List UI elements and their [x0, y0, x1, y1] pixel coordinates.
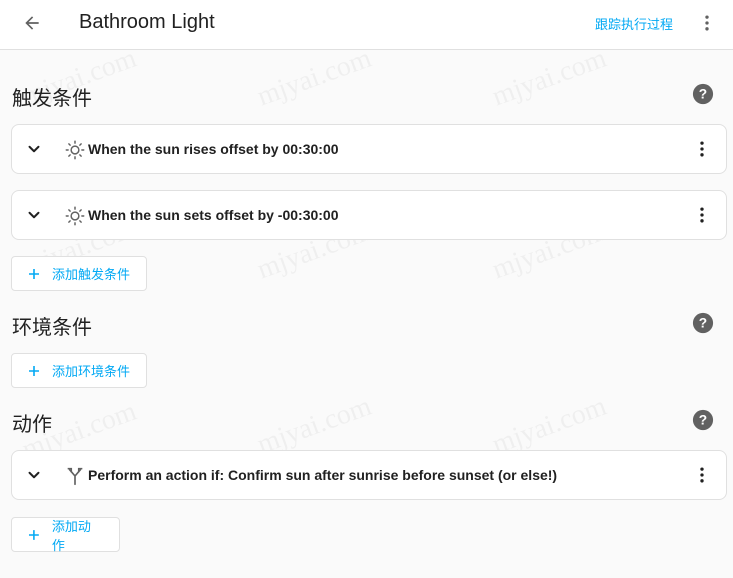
- chevron-down-icon[interactable]: [25, 206, 43, 224]
- watermark: mjyai.com: [253, 43, 376, 114]
- back-button[interactable]: [17, 8, 47, 38]
- trigger-description: When the sun rises offset by 00:30:00: [88, 141, 339, 157]
- add-condition-label: 添加环境条件: [52, 364, 131, 379]
- arrow-left-icon: [25, 16, 39, 30]
- watermark: mjyai.com: [488, 43, 611, 114]
- action-card[interactable]: Perform an action if: Confirm sun after …: [11, 450, 727, 500]
- trigger-menu-button[interactable]: [692, 202, 712, 228]
- add-action-button[interactable]: 添加动作: [11, 517, 120, 553]
- add-trigger-button[interactable]: 添加触发条件: [11, 256, 147, 291]
- chevron-down-icon[interactable]: [25, 140, 43, 158]
- more-vertical-icon: [705, 15, 709, 31]
- overflow-menu-button[interactable]: [695, 9, 719, 37]
- help-icon[interactable]: ?: [692, 409, 714, 431]
- trigger-description: When the sun sets offset by -00:30:00: [88, 207, 339, 223]
- add-trigger-label: 添加触发条件: [52, 267, 131, 282]
- add-condition-button[interactable]: 添加环境条件: [11, 353, 147, 388]
- svg-text:?: ?: [699, 87, 707, 102]
- plus-icon: [28, 529, 39, 540]
- chevron-down-icon[interactable]: [25, 466, 43, 484]
- action-description: Perform an action if: Confirm sun after …: [88, 467, 558, 483]
- trigger-card[interactable]: When the sun rises offset by 00:30:00: [11, 124, 727, 174]
- more-vertical-icon: [700, 467, 704, 483]
- help-icon[interactable]: ?: [692, 312, 714, 334]
- trigger-card[interactable]: When the sun sets offset by -00:30:00: [11, 190, 727, 240]
- trigger-menu-button[interactable]: [692, 136, 712, 162]
- sun-icon: [65, 140, 85, 160]
- more-vertical-icon: [700, 141, 704, 157]
- plus-icon: [29, 365, 39, 376]
- branch-icon: [67, 467, 83, 486]
- top-app-bar: Bathroom Light 跟踪执行过程: [0, 0, 733, 50]
- action-menu-button[interactable]: [692, 462, 712, 488]
- page-title: Bathroom Light: [79, 11, 215, 33]
- triggers-section-title: 触发条件: [12, 88, 92, 110]
- plus-icon: [29, 268, 39, 279]
- help-icon[interactable]: ?: [692, 83, 714, 105]
- svg-text:?: ?: [699, 413, 707, 428]
- add-action-label: 添加动作: [51, 518, 91, 553]
- actions-section-title: 动作: [12, 414, 52, 436]
- svg-text:?: ?: [699, 316, 707, 331]
- sun-icon: [65, 206, 85, 226]
- more-vertical-icon: [700, 207, 704, 223]
- trace-button[interactable]: 跟踪执行过程: [595, 14, 673, 33]
- conditions-section-title: 环境条件: [12, 317, 92, 339]
